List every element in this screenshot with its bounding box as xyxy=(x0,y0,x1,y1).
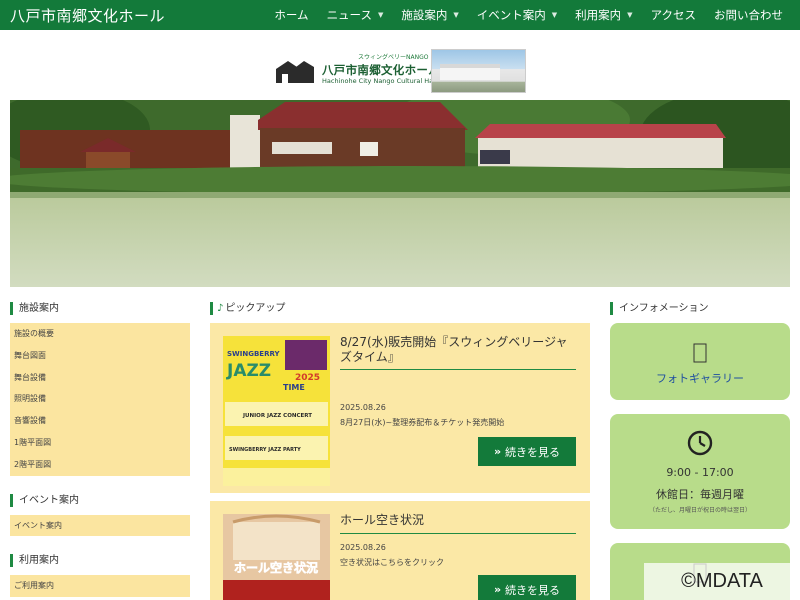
menu-item-stage-equipment[interactable]: 舞台設備 xyxy=(10,367,190,389)
poster-line: SWINGBERRY JAZZ PARTY xyxy=(229,447,301,453)
post-title[interactable]: ホール空き状況 xyxy=(340,513,576,528)
photo-gallery-label: フォトギャラリー xyxy=(656,372,744,385)
image-placeholder-icon xyxy=(693,343,707,363)
jazz-poster-image[interactable]: SWINGBERRY JAZZ 2025 TIME JUNIOR JAZZ CO… xyxy=(223,336,330,486)
nav-contact[interactable]: お問い合わせ xyxy=(705,7,792,23)
logo-name-en: Hachinohe City Nango Cultural Hall xyxy=(322,77,437,85)
logo-tagline: スウィングベリーNANGO xyxy=(358,54,429,61)
read-more-button[interactable]: » 続きを見る xyxy=(478,437,576,466)
pickup-heading-label: ピックアップ xyxy=(225,303,286,314)
watermark: ©MDATA xyxy=(644,563,800,600)
clock-icon xyxy=(687,430,713,456)
poster-line: JAZZ xyxy=(226,361,271,381)
post-title[interactable]: 8/27(水)販売開始『スウィングベリージャズタイム』 xyxy=(340,335,576,365)
site-title[interactable]: 八戸市南郷文化ホール xyxy=(10,5,165,26)
menu-item-sound[interactable]: 音響設備 xyxy=(10,410,190,432)
hall-availability-image[interactable]: ホール空き状況 xyxy=(223,514,330,600)
nav-facilities-label: 施設案内 xyxy=(401,8,448,22)
read-more-button[interactable]: » 続きを見る xyxy=(478,575,576,600)
pickup-post: SWINGBERRY JAZZ 2025 TIME JUNIOR JAZZ CO… xyxy=(210,323,590,493)
nav-news[interactable]: ニュース ▼ xyxy=(318,7,393,23)
nav-news-label: ニュース xyxy=(326,8,372,22)
post-date: 2025.08.26 xyxy=(340,543,386,552)
pickup-heading: ♪ ピックアップ xyxy=(210,302,590,315)
title-divider xyxy=(340,533,576,534)
house-logo-icon xyxy=(276,61,314,83)
nav-home[interactable]: ホーム xyxy=(265,7,317,23)
menu-item-overview[interactable]: 施設の概要 xyxy=(10,323,190,345)
heading-bar xyxy=(210,302,213,315)
pickup-post: ホール空き状況 ホール空き状況 2025.08.26 空き状況はこちらをクリック… xyxy=(210,501,590,600)
pickup-column: ♪ ピックアップ SWINGBERRY JAZZ 2025 TIME JUNIO… xyxy=(210,302,590,600)
double-chevron-right-icon: » xyxy=(493,445,502,458)
chevron-down-icon: ▼ xyxy=(378,11,384,19)
site-logo[interactable]: スウィングベリーNANGO 八戸市南郷文化ホール Hachinohe City … xyxy=(272,49,528,93)
top-bar: 八戸市南郷文化ホール ホーム ニュース ▼ 施設案内 ▼ イベント案内 ▼ 利用案内 ▼… xyxy=(0,0,800,30)
read-more-label: 続きを見る xyxy=(505,445,561,459)
opening-hours-card: 9:00 - 17:00 休館日：毎週月曜 （ただし、月曜日が祝日の時は翌日） xyxy=(610,414,790,529)
facilities-menu: 施設の概要 舞台図面 舞台設備 照明設備 音響設備 1階平面図 2階平面図 xyxy=(10,323,190,476)
nav-access-label: アクセス xyxy=(650,8,696,22)
usage-menu: ご利用案内 xyxy=(10,575,190,598)
events-menu: イベント案内 xyxy=(10,514,190,537)
opening-hours: 9:00 - 17:00 xyxy=(666,466,734,479)
poster-line: JUNIOR JAZZ CONCERT xyxy=(242,413,312,419)
poster-line: TIME xyxy=(283,383,305,392)
menu-item-floor-1[interactable]: 1階平面図 xyxy=(10,432,190,454)
logo-name: 八戸市南郷文化ホール xyxy=(322,63,440,77)
nav-access[interactable]: アクセス xyxy=(642,7,705,23)
logo-building-photo xyxy=(431,49,526,93)
nav-home-label: ホーム xyxy=(274,8,309,22)
poster-line: 2025 xyxy=(295,373,320,383)
chevron-down-icon: ▼ xyxy=(453,11,459,19)
title-divider xyxy=(340,369,576,370)
facilities-heading: 施設案内 xyxy=(10,302,190,315)
menu-item-events[interactable]: イベント案内 xyxy=(10,515,190,537)
photo-gallery-card[interactable]: フォトギャラリー xyxy=(610,323,790,400)
left-sidebar: 施設案内 施設の概要 舞台図面 舞台設備 照明設備 音響設備 1階平面図 2階平… xyxy=(10,302,190,598)
double-chevron-right-icon: » xyxy=(493,583,502,596)
nav-contact-label: お問い合わせ xyxy=(714,8,783,22)
menu-item-usage[interactable]: ご利用案内 xyxy=(10,575,190,597)
nav-events[interactable]: イベント案内 ▼ xyxy=(468,7,566,23)
nav-usage-label: 利用案内 xyxy=(575,8,622,22)
image-caption: ホール空き状況 xyxy=(234,560,318,575)
nav-events-label: イベント案内 xyxy=(476,8,546,22)
events-heading: イベント案内 xyxy=(10,493,190,507)
post-date: 2025.08.26 xyxy=(340,403,386,412)
main-nav: ホーム ニュース ▼ 施設案内 ▼ イベント案内 ▼ 利用案内 ▼ アクセス お問い合わ… xyxy=(265,0,792,30)
menu-item-stage-plan[interactable]: 舞台図面 xyxy=(10,345,190,367)
chevron-down-icon: ▼ xyxy=(551,11,558,19)
usage-heading: 利用案内 xyxy=(10,554,190,568)
closed-days: 休館日：毎週月曜 xyxy=(656,488,744,501)
post-description: 8月27日(水)~整理券配布＆チケット発売開始 xyxy=(340,418,505,427)
bell-icon: ♪ xyxy=(217,303,224,314)
info-heading: インフォメーション xyxy=(610,302,790,315)
nav-usage[interactable]: 利用案内 ▼ xyxy=(566,7,641,23)
chevron-down-icon: ▼ xyxy=(627,11,633,19)
poster-line: SWINGBERRY xyxy=(227,350,280,358)
nav-facilities[interactable]: 施設案内 ▼ xyxy=(392,7,467,23)
read-more-label: 続きを見る xyxy=(505,583,561,597)
menu-item-floor-2[interactable]: 2階平面図 xyxy=(10,454,190,476)
post-description: 空き状況はこちらをクリック xyxy=(340,558,444,567)
info-column: インフォメーション フォトギャラリー 9:00 - 17:00 休館日：毎週月曜… xyxy=(610,302,790,600)
menu-item-lighting[interactable]: 照明設備 xyxy=(10,388,190,410)
closed-days-note: （ただし、月曜日が祝日の時は翌日） xyxy=(648,507,751,514)
hero-image xyxy=(10,100,790,287)
